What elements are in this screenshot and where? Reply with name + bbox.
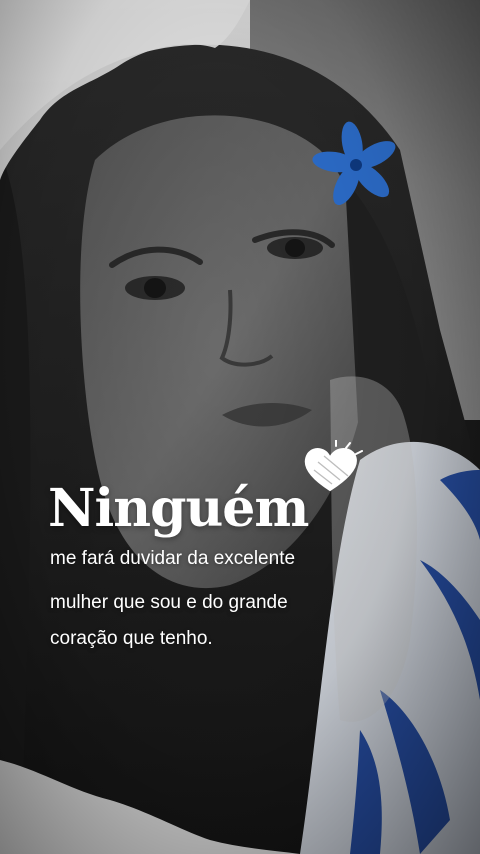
story-canvas: Ninguém me fará duvidar da excelente mul… — [0, 0, 480, 854]
heart-doodle-icon — [304, 440, 363, 492]
caption-line-3: coração que tenho. — [50, 628, 213, 649]
caption-line-1: me fará duvidar da excelente — [50, 548, 296, 569]
torn-paper-overlay — [0, 0, 417, 854]
caption-line-2: mulher que sou e do grande — [50, 592, 288, 613]
headline: Ninguém — [48, 478, 309, 539]
